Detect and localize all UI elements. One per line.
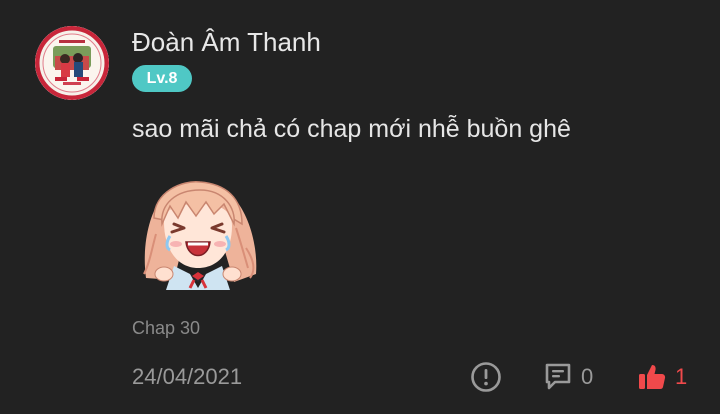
- level-badge: Lv.8: [132, 65, 192, 92]
- crying-anime-girl-sticker: [134, 178, 260, 290]
- comment-bubble-icon: [545, 363, 571, 390]
- comment-date: 24/04/2021: [132, 364, 243, 389]
- like-count: 1: [675, 364, 688, 389]
- report-button[interactable]: [468, 359, 504, 395]
- comment-text: sao mãi chả có chap mới nhễ buồn ghê: [132, 115, 571, 143]
- reply-button[interactable]: 0: [540, 359, 600, 395]
- chapter-label[interactable]: Chap 30: [132, 318, 200, 339]
- username[interactable]: Đoàn Âm Thanh: [132, 27, 321, 58]
- avatar[interactable]: [35, 26, 109, 100]
- reply-count: 0: [581, 364, 594, 389]
- thumbs-up-icon: [639, 365, 666, 389]
- exclamation-circle-icon: [471, 362, 501, 392]
- like-button[interactable]: 1: [634, 359, 694, 395]
- comment-item: Đoàn Âm Thanh Lv.8 sao mãi chả có chap m…: [0, 0, 720, 414]
